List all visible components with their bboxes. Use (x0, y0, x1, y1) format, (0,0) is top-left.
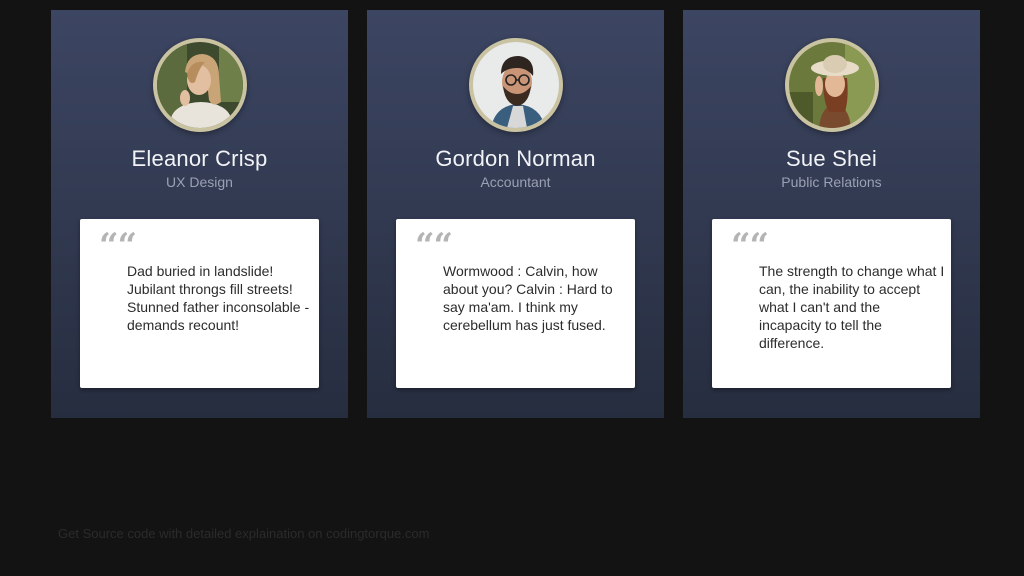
testimonial-cards: Eleanor Crisp UX Design ““ Dad buried in… (51, 10, 980, 418)
woman-hat-portrait-icon (788, 42, 875, 128)
quote-icon: ““ (99, 226, 137, 266)
person-name: Sue Shei (786, 146, 877, 171)
quote-box: ““ The strength to change what I can, th… (712, 219, 951, 388)
woman-portrait-icon (156, 42, 243, 128)
quote-box: ““ Dad buried in landslide! Jubilant thr… (80, 219, 319, 388)
person-name: Eleanor Crisp (131, 146, 268, 171)
avatar (468, 38, 563, 132)
quote-text: The strength to change what I can, the i… (759, 263, 945, 351)
quote-text: Dad buried in landslide! Jubilant throng… (127, 263, 310, 333)
quote-icon: ““ (731, 226, 769, 266)
page: Eleanor Crisp UX Design ““ Dad buried in… (0, 0, 1024, 576)
footer-source-link[interactable]: Get Source code with detailed explainati… (58, 526, 429, 541)
man-portrait-icon (472, 42, 559, 128)
quote-icon: ““ (415, 226, 453, 266)
testimonial-card: Gordon Norman Accountant ““ Wormwood : C… (367, 10, 664, 418)
person-role: UX Design (166, 174, 233, 190)
quote-text: Wormwood : Calvin, how about you? Calvin… (443, 263, 613, 333)
testimonial-card: Sue Shei Public Relations ““ The strengt… (683, 10, 980, 418)
quote-box: ““ Wormwood : Calvin, how about you? Cal… (396, 219, 635, 388)
avatar (784, 38, 879, 132)
person-role: Accountant (480, 174, 551, 190)
person-name: Gordon Norman (435, 146, 596, 171)
avatar (152, 38, 247, 132)
testimonial-card: Eleanor Crisp UX Design ““ Dad buried in… (51, 10, 348, 418)
person-role: Public Relations (781, 174, 882, 190)
